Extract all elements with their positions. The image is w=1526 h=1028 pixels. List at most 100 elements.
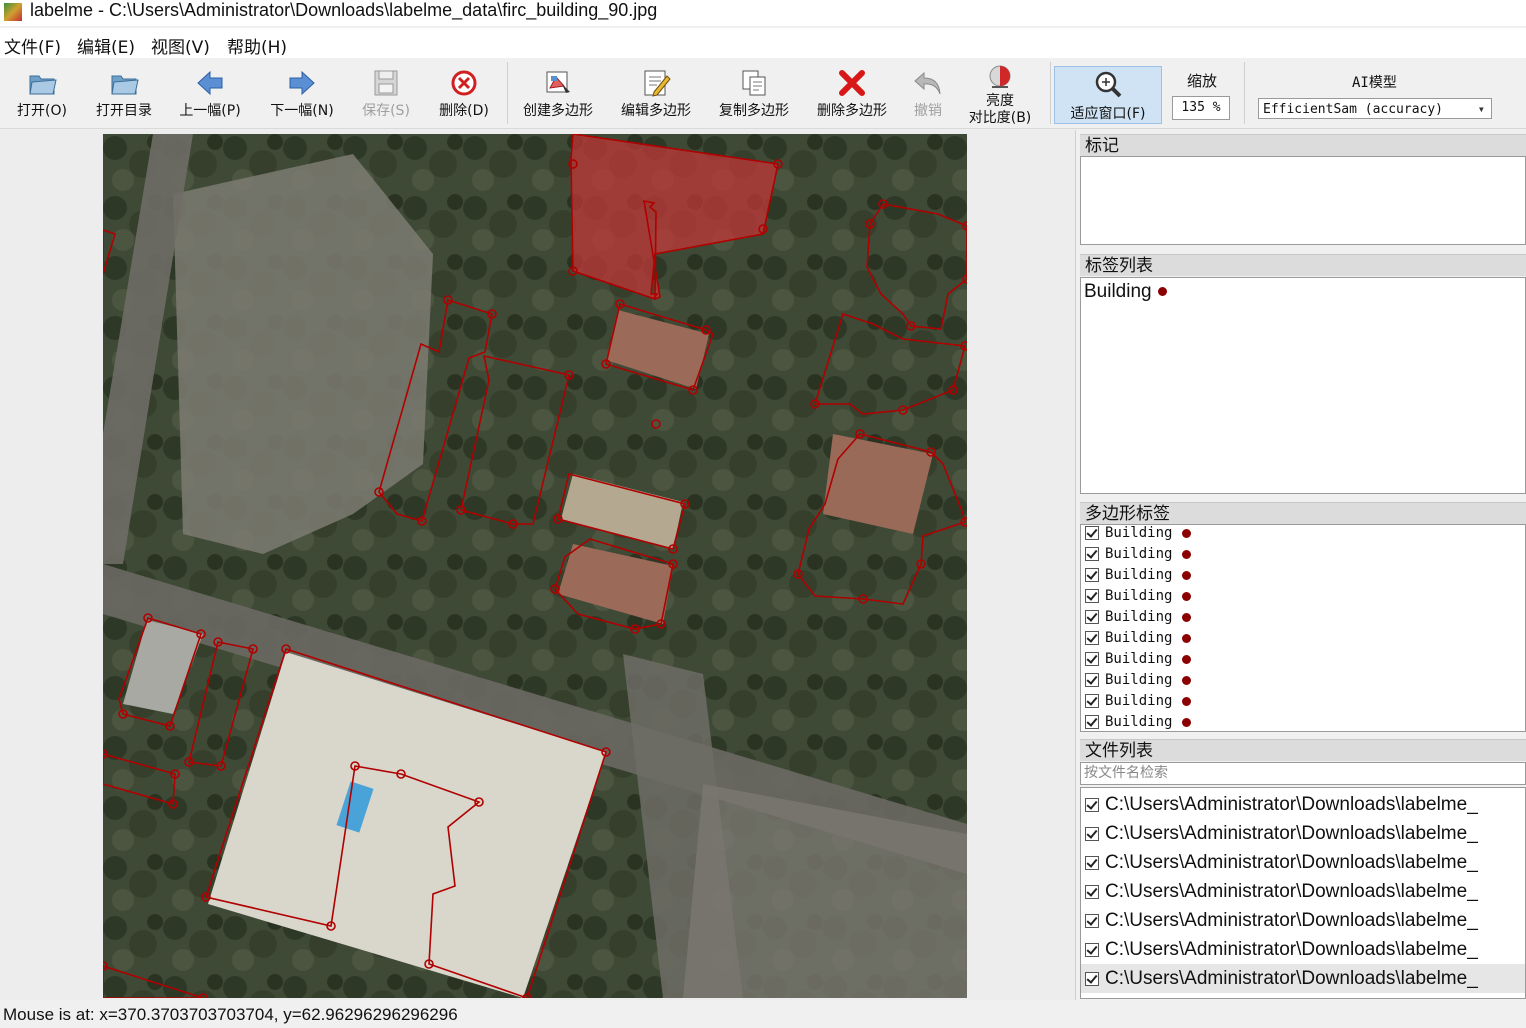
checkbox-checked[interactable]	[1085, 652, 1099, 666]
polygon-list-item[interactable]: Building	[1085, 628, 1192, 649]
flags-panel-title: 标记	[1080, 134, 1526, 156]
folder-open-icon	[111, 75, 139, 95]
zoom-label: 缩放	[1187, 72, 1218, 90]
files-panel: C:\Users\Administrator\Downloads\labelme…	[1080, 787, 1526, 999]
prev-image-button[interactable]: 上一幅(P)	[172, 58, 248, 126]
brightness-label: 亮度 对比度(B)	[968, 93, 1032, 126]
toolbar-separator	[1050, 62, 1051, 124]
delete-file-button[interactable]: 删除(D)	[432, 58, 496, 126]
file-list-item[interactable]: C:\Users\Administrator\Downloads\labelme…	[1085, 819, 1478, 848]
menu-help[interactable]: 帮助(H)	[227, 33, 287, 58]
checkbox-checked[interactable]	[1085, 610, 1099, 624]
menu-bar: 文件(F) 编辑(E) 视图(V) 帮助(H)	[0, 28, 1526, 58]
ai-model-select[interactable]: EfficientSam (accuracy) ▾	[1258, 98, 1492, 119]
checkbox-checked[interactable]	[1085, 631, 1099, 645]
files-panel-title: 文件列表	[1080, 739, 1526, 761]
checkbox-checked[interactable]	[1085, 971, 1099, 986]
checkbox-checked[interactable]	[1085, 855, 1099, 870]
fit-window-button[interactable]: 适应窗口(F)	[1054, 66, 1162, 124]
checkbox-checked[interactable]	[1085, 884, 1099, 899]
next-image-button[interactable]: 下一幅(N)	[264, 58, 340, 126]
checkbox-checked[interactable]	[1085, 547, 1099, 561]
menu-file[interactable]: 文件(F)	[4, 33, 61, 58]
polygon-list-item[interactable]: Building	[1085, 586, 1192, 607]
polygon-list-item[interactable]: Building	[1085, 525, 1192, 544]
flags-panel	[1080, 156, 1526, 245]
copy-icon	[742, 70, 766, 96]
app-icon	[4, 3, 22, 21]
polygons-panel: Building Building Building Building Buil…	[1080, 524, 1526, 732]
edit-pencil-icon	[644, 70, 671, 97]
label-color-dot	[1182, 549, 1192, 559]
file-list-item[interactable]: C:\Users\Administrator\Downloads\labelme…	[1085, 848, 1478, 877]
label-color-dot	[1182, 696, 1192, 706]
label-color-dot	[1182, 654, 1192, 664]
checkbox-checked[interactable]	[1085, 568, 1099, 582]
status-bar: Mouse is at: x=370.3703703703704, y=62.9…	[0, 1002, 1526, 1028]
brightness-contrast-button[interactable]: 亮度 对比度(B)	[960, 58, 1040, 126]
create-polygon-button[interactable]: 创建多边形	[516, 58, 600, 126]
label-color-dot	[1182, 591, 1192, 601]
file-list-item-selected[interactable]: C:\Users\Administrator\Downloads\labelme…	[1081, 964, 1525, 993]
menu-edit[interactable]: 编辑(E)	[77, 33, 135, 58]
delete-polygon-button[interactable]: 删除多边形	[810, 58, 894, 126]
labels-panel-title: 标签列表	[1080, 254, 1526, 276]
undo-button[interactable]: 撤销	[902, 58, 954, 126]
checkbox-checked[interactable]	[1085, 797, 1099, 812]
checkbox-checked[interactable]	[1085, 942, 1099, 957]
menu-view[interactable]: 视图(V)	[151, 33, 210, 58]
label-color-dot	[1182, 528, 1192, 538]
aerial-image-svg[interactable]	[103, 134, 967, 998]
checkbox-checked[interactable]	[1085, 694, 1099, 708]
title-bar: labelme - C:\Users\Administrator\Downloa…	[0, 0, 1526, 26]
polygon-list-item[interactable]: Building	[1085, 691, 1192, 712]
file-list-item[interactable]: C:\Users\Administrator\Downloads\labelme…	[1085, 906, 1478, 935]
red-x-icon	[839, 70, 865, 96]
ai-model-label: AI模型	[1352, 75, 1397, 91]
edit-polygon-button[interactable]: 编辑多边形	[614, 58, 698, 126]
delete-circle-icon	[451, 70, 477, 96]
polygon-list-item[interactable]: Building	[1085, 649, 1192, 670]
checkbox-checked[interactable]	[1085, 673, 1099, 687]
checkbox-checked[interactable]	[1085, 826, 1099, 841]
polygon-list-item[interactable]: Building	[1085, 607, 1192, 628]
file-list-item[interactable]: C:\Users\Administrator\Downloads\labelme…	[1085, 790, 1478, 819]
window-title: labelme - C:\Users\Administrator\Downloa…	[30, 0, 658, 20]
checkbox-checked[interactable]	[1085, 526, 1099, 540]
polygon-list-item[interactable]: Building	[1085, 565, 1192, 586]
file-list-item[interactable]: C:\Users\Administrator\Downloads\labelme…	[1085, 935, 1478, 964]
create-polygon-icon	[546, 71, 570, 93]
arrow-right-icon	[289, 70, 315, 96]
label-color-dot	[1182, 675, 1192, 685]
file-search-input[interactable]: 按文件名检索	[1080, 762, 1526, 785]
checkbox-checked[interactable]	[1085, 589, 1099, 603]
arrow-left-icon	[197, 70, 223, 96]
canvas-area[interactable]	[0, 130, 1076, 1000]
save-icon	[374, 70, 398, 96]
label-color-dot	[1182, 633, 1192, 643]
zoom-spinbox[interactable]: 135 %	[1172, 96, 1230, 120]
save-button[interactable]: 保存(S)	[354, 58, 418, 126]
polygon-list-item[interactable]: Building	[1085, 712, 1192, 731]
label-color-dot	[1182, 612, 1192, 622]
checkbox-checked[interactable]	[1085, 913, 1099, 928]
undo-icon	[914, 71, 941, 95]
polygon-list-item[interactable]: Building	[1085, 544, 1192, 565]
copy-polygon-button[interactable]: 复制多边形	[712, 58, 796, 126]
brightness-icon	[989, 65, 1011, 88]
magnifier-icon	[1095, 71, 1122, 98]
toolbar-separator	[507, 62, 508, 124]
toolbar-separator	[1244, 62, 1245, 124]
labels-panel: Building	[1080, 277, 1526, 494]
label-color-dot	[1182, 570, 1192, 580]
open-button[interactable]: 打开(O)	[10, 58, 74, 126]
aerial-image[interactable]	[103, 134, 967, 998]
label-color-dot	[1182, 717, 1192, 727]
polygon-list-item[interactable]: Building	[1085, 670, 1192, 691]
file-list-item[interactable]: C:\Users\Administrator\Downloads\labelme…	[1085, 877, 1478, 906]
folder-icon	[29, 75, 57, 95]
checkbox-checked[interactable]	[1085, 715, 1099, 729]
label-list-item[interactable]: Building	[1084, 281, 1167, 303]
open-dir-button[interactable]: 打开目录	[88, 58, 160, 126]
chevron-down-icon: ▾	[1477, 102, 1485, 116]
